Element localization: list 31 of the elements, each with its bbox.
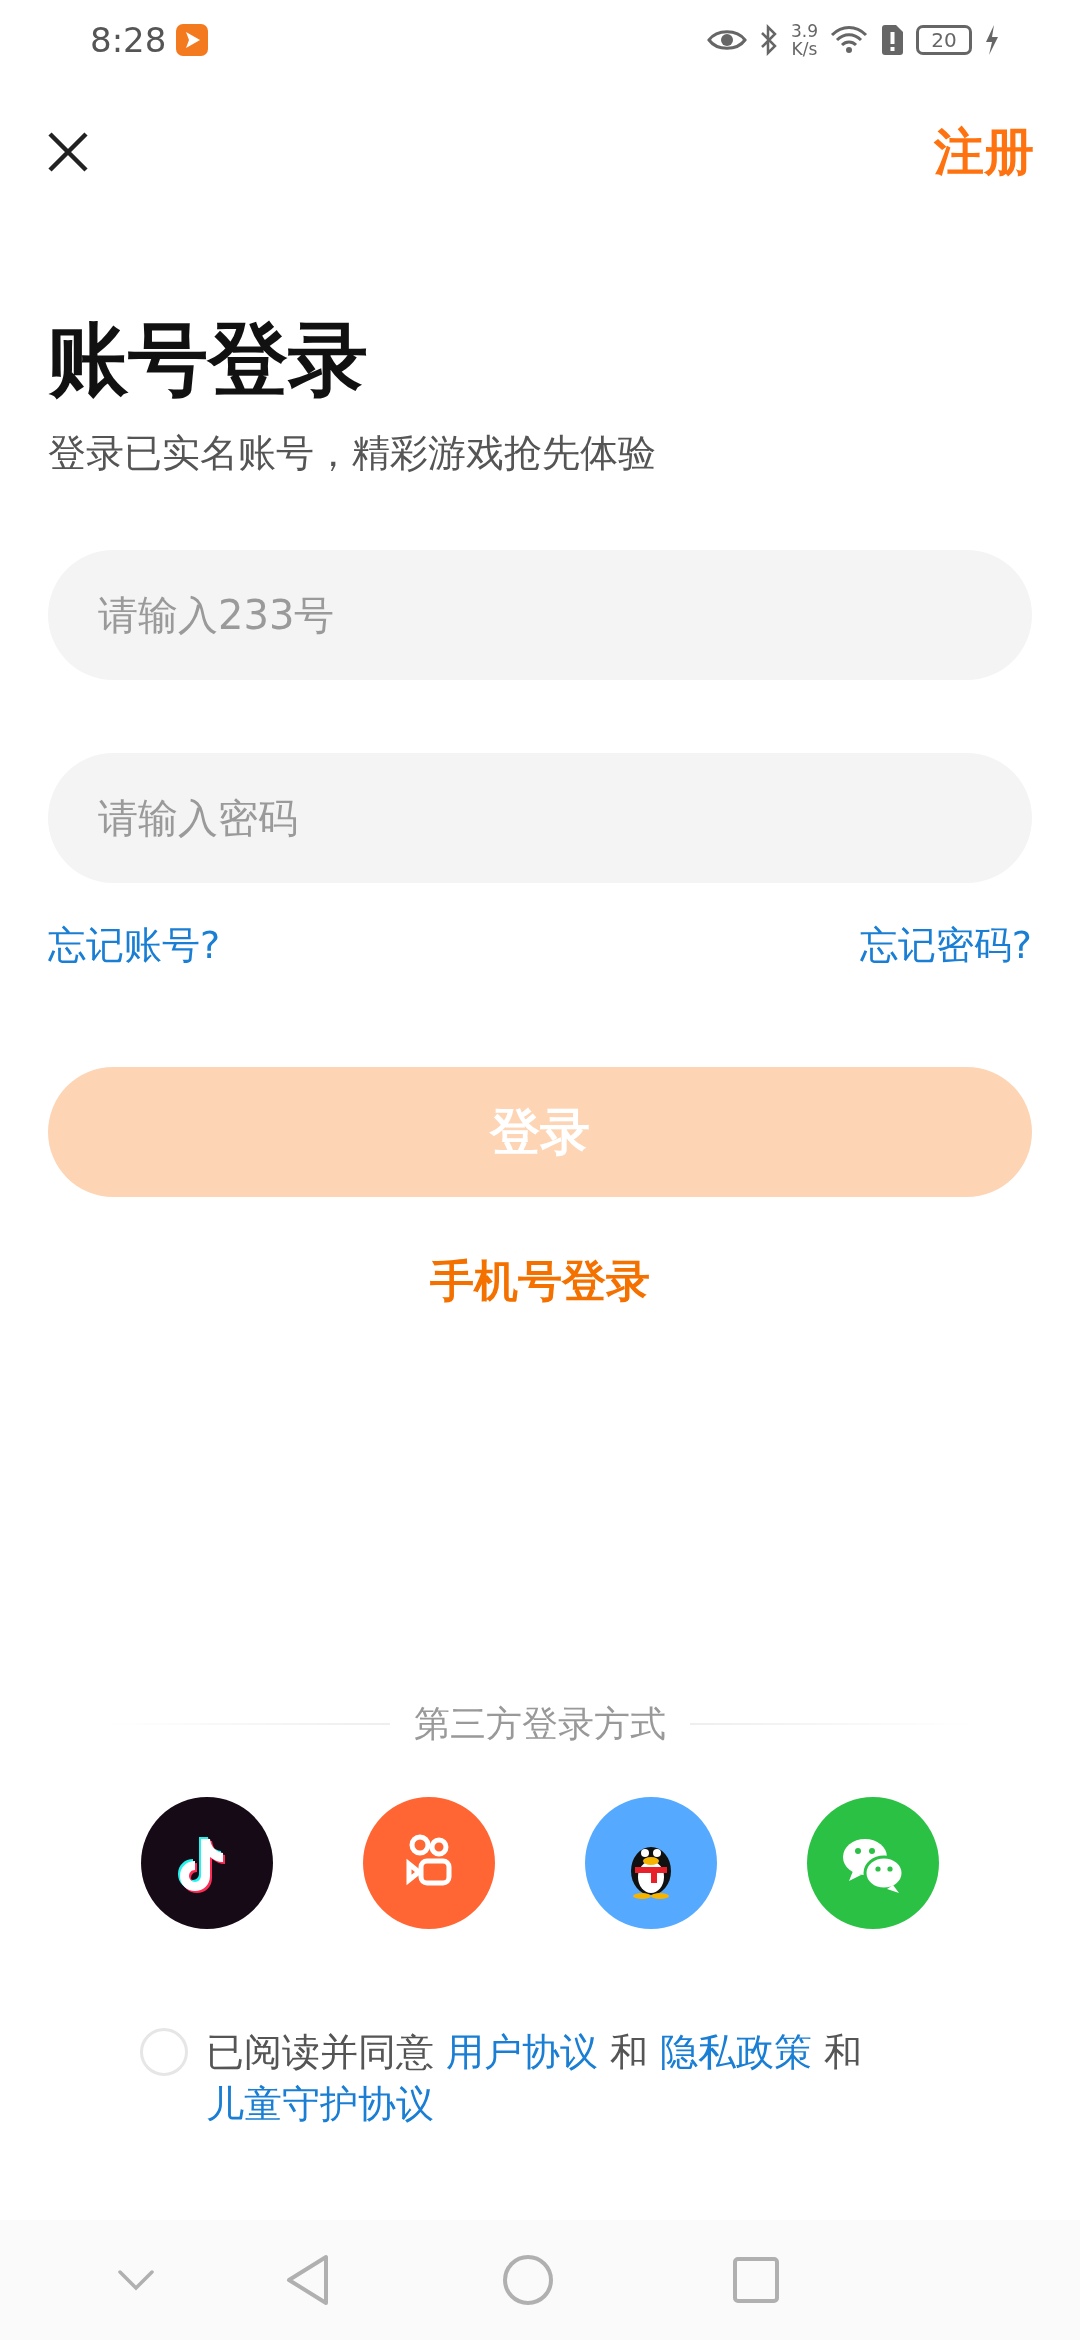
- agreement-link[interactable]: 儿童守护协议: [206, 2082, 434, 2126]
- third-party-label: 第三方登录方式: [414, 1702, 666, 1746]
- charging-icon: [984, 24, 1000, 56]
- wifi-icon: [830, 24, 868, 56]
- forgot-account-link[interactable]: 忘记账号?: [48, 920, 221, 970]
- battery-level: 20: [916, 25, 972, 55]
- chat-bubbles-icon: [843, 1839, 905, 1893]
- app-notification-icon: [176, 24, 209, 56]
- penguin-icon: [631, 1847, 671, 1899]
- account-field[interactable]: 请输入233号: [48, 550, 1032, 680]
- video-camera-icon: [406, 1834, 452, 1886]
- eye-icon: [706, 27, 747, 53]
- agreement-text: 已阅读并同意 用户协议 和 隐私政策 和 儿童守护协议: [206, 2029, 864, 2128]
- home-button[interactable]: [502, 2254, 554, 2306]
- music-note-icon: [178, 1837, 225, 1893]
- password-field[interactable]: 请输入密码: [48, 753, 1032, 883]
- sim-alert-icon: [880, 24, 904, 56]
- recents-button[interactable]: [732, 2256, 780, 2304]
- back-button[interactable]: [286, 2254, 330, 2306]
- status-time: 8:28: [90, 20, 167, 60]
- forgot-password-link[interactable]: 忘记密码?: [859, 920, 1032, 970]
- network-speed: 3.9 K/s: [790, 22, 818, 58]
- subtitle: 登录已实名账号，精彩游戏抢先体验: [48, 430, 657, 477]
- register-link[interactable]: 注册: [934, 118, 1034, 186]
- page-title: 账号登录: [48, 312, 369, 408]
- phone-login-link[interactable]: 手机号登录: [430, 1253, 650, 1309]
- collapse-nav-button[interactable]: [116, 2268, 156, 2292]
- bluetooth-icon: [758, 24, 779, 56]
- agreement-checkbox[interactable]: [140, 2028, 188, 2076]
- agreement-link[interactable]: 隐私政策: [660, 2030, 813, 2074]
- agreement-link[interactable]: 用户协议: [446, 2030, 599, 2074]
